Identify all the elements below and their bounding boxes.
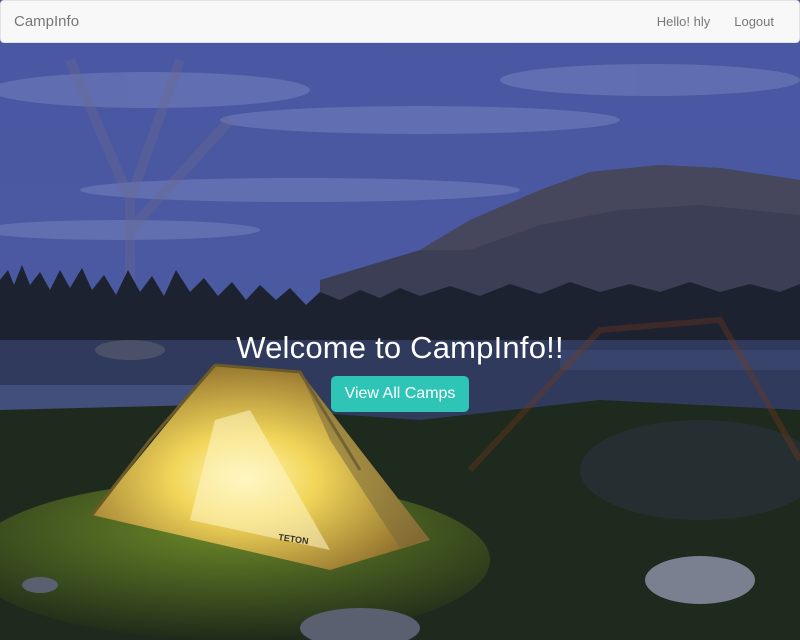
hero-background: TETON (0, 0, 800, 640)
view-all-camps-button[interactable]: View All Camps (330, 376, 470, 412)
brand-link[interactable]: CampInfo (14, 13, 79, 30)
camp-scene-image: TETON (0, 0, 800, 640)
welcome-section: Welcome to CampInfo!! View All Camps (0, 330, 800, 412)
welcome-heading: Welcome to CampInfo!! (236, 330, 564, 365)
logout-link[interactable]: Logout (734, 14, 774, 29)
top-navbar: CampInfo Hello! hly Logout (0, 0, 800, 43)
navbar-right-links: Hello! hly Logout (657, 1, 799, 42)
user-greeting-link[interactable]: Hello! hly (657, 14, 710, 29)
